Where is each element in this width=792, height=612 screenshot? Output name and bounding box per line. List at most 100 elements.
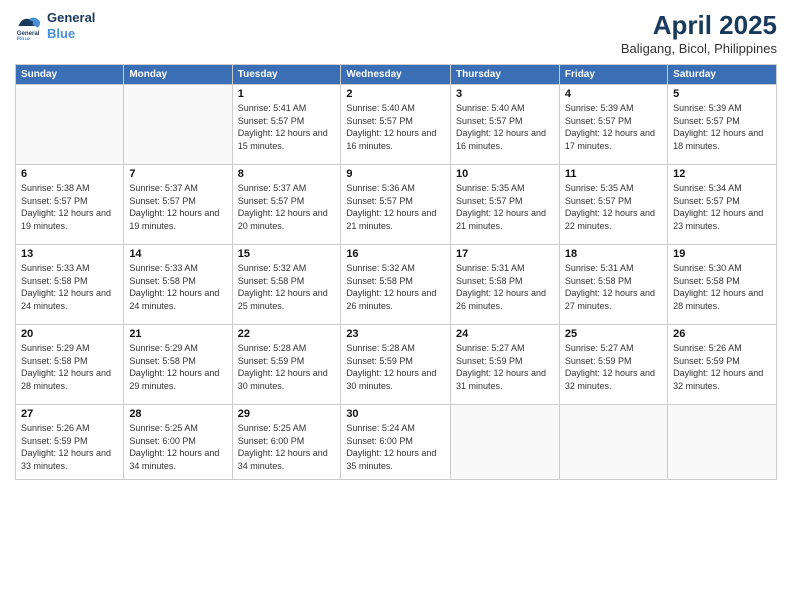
- day-info: Sunrise: 5:32 AMSunset: 5:58 PMDaylight:…: [346, 262, 445, 312]
- day-number: 1: [238, 88, 336, 100]
- day-number: 5: [673, 88, 771, 100]
- day-info: Sunrise: 5:39 AMSunset: 5:57 PMDaylight:…: [673, 102, 771, 152]
- table-row: 1 Sunrise: 5:41 AMSunset: 5:57 PMDaylight…: [232, 85, 341, 165]
- table-row: 25 Sunrise: 5:27 AMSunset: 5:59 PMDayligh…: [559, 325, 667, 405]
- day-info: Sunrise: 5:27 AMSunset: 5:59 PMDaylight:…: [565, 342, 662, 392]
- day-number: 12: [673, 168, 771, 180]
- day-info: Sunrise: 5:26 AMSunset: 5:59 PMDaylight:…: [21, 422, 118, 472]
- day-info: Sunrise: 5:37 AMSunset: 5:57 PMDaylight:…: [129, 182, 226, 232]
- day-number: 22: [238, 328, 336, 340]
- day-number: 13: [21, 248, 118, 260]
- day-info: Sunrise: 5:28 AMSunset: 5:59 PMDaylight:…: [346, 342, 445, 392]
- day-number: 2: [346, 88, 445, 100]
- calendar-week-row: 13 Sunrise: 5:33 AMSunset: 5:58 PMDayligh…: [16, 245, 777, 325]
- table-row: 13 Sunrise: 5:33 AMSunset: 5:58 PMDayligh…: [16, 245, 124, 325]
- day-number: 23: [346, 328, 445, 340]
- logo-icon: General Blue: [15, 12, 43, 40]
- day-number: 29: [238, 408, 336, 420]
- day-info: Sunrise: 5:41 AMSunset: 5:57 PMDaylight:…: [238, 102, 336, 152]
- day-info: Sunrise: 5:29 AMSunset: 5:58 PMDaylight:…: [21, 342, 118, 392]
- day-info: Sunrise: 5:35 AMSunset: 5:57 PMDaylight:…: [565, 182, 662, 232]
- table-row: 18 Sunrise: 5:31 AMSunset: 5:58 PMDayligh…: [559, 245, 667, 325]
- table-row: 16 Sunrise: 5:32 AMSunset: 5:58 PMDayligh…: [341, 245, 451, 325]
- table-row: 17 Sunrise: 5:31 AMSunset: 5:58 PMDayligh…: [450, 245, 559, 325]
- table-row: [559, 405, 667, 480]
- day-number: 21: [129, 328, 226, 340]
- day-info: Sunrise: 5:35 AMSunset: 5:57 PMDaylight:…: [456, 182, 554, 232]
- col-monday: Monday: [124, 65, 232, 85]
- table-row: 20Sunrise: 5:29 AMSunset: 5:58 PMDayligh…: [16, 325, 124, 405]
- day-number: 16: [346, 248, 445, 260]
- day-number: 28: [129, 408, 226, 420]
- table-row: 27 Sunrise: 5:26 AMSunset: 5:59 PMDayligh…: [16, 405, 124, 480]
- day-info: Sunrise: 5:31 AMSunset: 5:58 PMDaylight:…: [565, 262, 662, 312]
- table-row: 23 Sunrise: 5:28 AMSunset: 5:59 PMDayligh…: [341, 325, 451, 405]
- table-row: 19 Sunrise: 5:30 AMSunset: 5:58 PMDayligh…: [668, 245, 777, 325]
- day-number: 10: [456, 168, 554, 180]
- day-number: 11: [565, 168, 662, 180]
- col-friday: Friday: [559, 65, 667, 85]
- table-row: 24 Sunrise: 5:27 AMSunset: 5:59 PMDayligh…: [450, 325, 559, 405]
- calendar-week-row: 6 Sunrise: 5:38 AMSunset: 5:57 PMDaylight…: [16, 165, 777, 245]
- table-row: 28 Sunrise: 5:25 AMSunset: 6:00 PMDayligh…: [124, 405, 232, 480]
- day-info: Sunrise: 5:38 AMSunset: 5:57 PMDaylight:…: [21, 182, 118, 232]
- calendar-week-row: 20Sunrise: 5:29 AMSunset: 5:58 PMDayligh…: [16, 325, 777, 405]
- day-info: Sunrise: 5:29 AMSunset: 5:58 PMDaylight:…: [129, 342, 226, 392]
- table-row: 30Sunrise: 5:24 AMSunset: 6:00 PMDayligh…: [341, 405, 451, 480]
- title-block: April 2025 Baligang, Bicol, Philippines: [621, 10, 777, 56]
- calendar-table: Sunday Monday Tuesday Wednesday Thursday…: [15, 64, 777, 480]
- day-info: Sunrise: 5:34 AMSunset: 5:57 PMDaylight:…: [673, 182, 771, 232]
- table-row: 5 Sunrise: 5:39 AMSunset: 5:57 PMDaylight…: [668, 85, 777, 165]
- day-info: Sunrise: 5:31 AMSunset: 5:58 PMDaylight:…: [456, 262, 554, 312]
- table-row: 14Sunrise: 5:33 AMSunset: 5:58 PMDayligh…: [124, 245, 232, 325]
- table-row: 11 Sunrise: 5:35 AMSunset: 5:57 PMDayligh…: [559, 165, 667, 245]
- main-title: April 2025: [621, 10, 777, 41]
- subtitle: Baligang, Bicol, Philippines: [621, 41, 777, 56]
- table-row: [16, 85, 124, 165]
- table-row: 15 Sunrise: 5:32 AMSunset: 5:58 PMDayligh…: [232, 245, 341, 325]
- day-info: Sunrise: 5:33 AMSunset: 5:58 PMDaylight:…: [21, 262, 118, 312]
- day-number: 8: [238, 168, 336, 180]
- table-row: 6 Sunrise: 5:38 AMSunset: 5:57 PMDaylight…: [16, 165, 124, 245]
- table-row: 12 Sunrise: 5:34 AMSunset: 5:57 PMDayligh…: [668, 165, 777, 245]
- calendar-header-row: Sunday Monday Tuesday Wednesday Thursday…: [16, 65, 777, 85]
- day-number: 24: [456, 328, 554, 340]
- day-number: 25: [565, 328, 662, 340]
- day-number: 17: [456, 248, 554, 260]
- calendar-week-row: 27 Sunrise: 5:26 AMSunset: 5:59 PMDayligh…: [16, 405, 777, 480]
- page: General Blue General Blue April 2025 Bal…: [0, 0, 792, 612]
- day-info: Sunrise: 5:24 AMSunset: 6:00 PMDaylight:…: [346, 422, 445, 472]
- col-sunday: Sunday: [16, 65, 124, 85]
- table-row: 2 Sunrise: 5:40 AMSunset: 5:57 PMDaylight…: [341, 85, 451, 165]
- day-number: 19: [673, 248, 771, 260]
- table-row: 3 Sunrise: 5:40 AMSunset: 5:57 PMDaylight…: [450, 85, 559, 165]
- table-row: 10 Sunrise: 5:35 AMSunset: 5:57 PMDayligh…: [450, 165, 559, 245]
- day-number: 4: [565, 88, 662, 100]
- table-row: [450, 405, 559, 480]
- table-row: 29 Sunrise: 5:25 AMSunset: 6:00 PMDayligh…: [232, 405, 341, 480]
- day-info: Sunrise: 5:40 AMSunset: 5:57 PMDaylight:…: [346, 102, 445, 152]
- header: General Blue General Blue April 2025 Bal…: [15, 10, 777, 56]
- table-row: [668, 405, 777, 480]
- day-number: 6: [21, 168, 118, 180]
- calendar-week-row: 1 Sunrise: 5:41 AMSunset: 5:57 PMDaylight…: [16, 85, 777, 165]
- day-number: 15: [238, 248, 336, 260]
- day-info: Sunrise: 5:40 AMSunset: 5:57 PMDaylight:…: [456, 102, 554, 152]
- col-wednesday: Wednesday: [341, 65, 451, 85]
- col-thursday: Thursday: [450, 65, 559, 85]
- day-number: 27: [21, 408, 118, 420]
- day-info: Sunrise: 5:25 AMSunset: 6:00 PMDaylight:…: [129, 422, 226, 472]
- table-row: 9Sunrise: 5:36 AMSunset: 5:57 PMDaylight…: [341, 165, 451, 245]
- table-row: [124, 85, 232, 165]
- day-number: 3: [456, 88, 554, 100]
- day-number: 7: [129, 168, 226, 180]
- table-row: 7 Sunrise: 5:37 AMSunset: 5:57 PMDaylight…: [124, 165, 232, 245]
- table-row: 21 Sunrise: 5:29 AMSunset: 5:58 PMDayligh…: [124, 325, 232, 405]
- day-info: Sunrise: 5:33 AMSunset: 5:58 PMDaylight:…: [129, 262, 226, 312]
- logo-text-line1: General: [47, 10, 95, 26]
- day-info: Sunrise: 5:30 AMSunset: 5:58 PMDaylight:…: [673, 262, 771, 312]
- day-number: 18: [565, 248, 662, 260]
- day-info: Sunrise: 5:25 AMSunset: 6:00 PMDaylight:…: [238, 422, 336, 472]
- day-info: Sunrise: 5:32 AMSunset: 5:58 PMDaylight:…: [238, 262, 336, 312]
- day-info: Sunrise: 5:27 AMSunset: 5:59 PMDaylight:…: [456, 342, 554, 392]
